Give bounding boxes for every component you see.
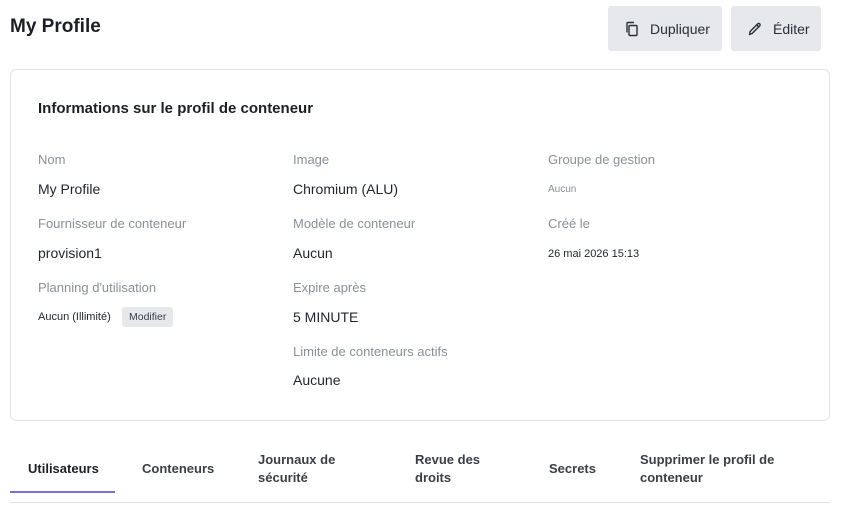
limit-value: Aucune bbox=[293, 372, 341, 388]
pencil-icon bbox=[747, 21, 763, 37]
tab-rights-review-label-line1: Revue des bbox=[415, 452, 481, 467]
tabs-divider bbox=[10, 502, 830, 503]
tab-users[interactable]: Utilisateurs bbox=[28, 460, 99, 478]
image-value: Chromium (ALU) bbox=[293, 181, 399, 197]
expire-value: 5 MINUTE bbox=[293, 309, 359, 325]
duplicate-button-label: Dupliquer bbox=[650, 20, 710, 37]
expire-label: Expire après bbox=[293, 280, 366, 295]
provider-value: provision1 bbox=[38, 245, 102, 261]
provider-label: Fournisseur de conteneur bbox=[38, 216, 187, 231]
tab-rights-review[interactable]: Revue des droits bbox=[415, 451, 480, 487]
tab-security-logs[interactable]: Journaux de sécurité bbox=[258, 451, 335, 487]
created-value: 26 mai 2026 15:13 bbox=[548, 248, 640, 260]
tab-users-label: Utilisateurs bbox=[28, 461, 99, 476]
tab-containers[interactable]: Conteneurs bbox=[142, 460, 214, 478]
tab-delete-profile[interactable]: Supprimer le profil de conteneur bbox=[640, 451, 774, 487]
tab-delete-profile-label-line2: conteneur bbox=[640, 470, 703, 485]
image-label: Image bbox=[293, 152, 330, 167]
template-label: Modèle de conteneur bbox=[293, 216, 416, 231]
schedule-value: Aucun (Illimité) bbox=[38, 311, 111, 323]
group-label: Groupe de gestion bbox=[548, 152, 655, 167]
profile-tabs: Utilisateurs Conteneurs Journaux de sécu… bbox=[10, 444, 830, 504]
modify-schedule-button[interactable]: Modifier bbox=[122, 307, 174, 327]
tab-security-logs-label-line2: sécurité bbox=[258, 470, 308, 485]
tab-delete-profile-label-line1: Supprimer le profil de bbox=[640, 452, 775, 467]
active-tab-indicator bbox=[10, 491, 115, 493]
tab-security-logs-label-line1: Journaux de bbox=[258, 452, 336, 467]
template-value: Aucun bbox=[293, 245, 333, 261]
tab-secrets[interactable]: Secrets bbox=[549, 460, 596, 478]
copy-icon bbox=[624, 21, 640, 37]
schedule-label: Planning d'utilisation bbox=[38, 280, 157, 295]
page-title: My Profile bbox=[10, 16, 101, 37]
duplicate-button[interactable]: Dupliquer bbox=[608, 6, 722, 51]
name-value: My Profile bbox=[38, 181, 101, 197]
created-label: Créé le bbox=[548, 216, 590, 231]
edit-button[interactable]: Éditer bbox=[731, 6, 821, 51]
card-title: Informations sur le profil de conteneur bbox=[38, 100, 314, 117]
group-value: Aucun bbox=[548, 184, 577, 195]
limit-label: Limite de conteneurs actifs bbox=[293, 344, 448, 359]
tab-containers-label: Conteneurs bbox=[142, 461, 215, 476]
profile-info-card: Informations sur le profil de conteneur … bbox=[10, 69, 830, 421]
edit-button-label: Éditer bbox=[773, 20, 810, 37]
name-label: Nom bbox=[38, 152, 66, 167]
tab-secrets-label: Secrets bbox=[549, 461, 596, 476]
tab-rights-review-label-line2: droits bbox=[415, 470, 452, 485]
